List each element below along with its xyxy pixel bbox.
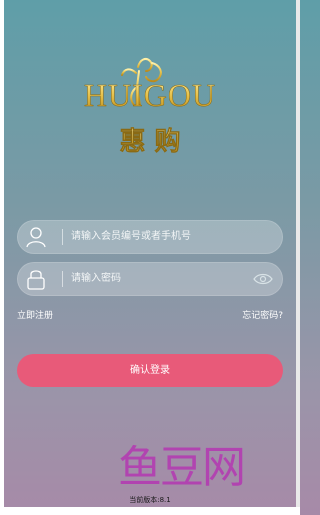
account-input-placeholder[interactable]: 请输入会员编号或者手机号	[71, 220, 191, 254]
site-watermark: 鱼豆网	[118, 442, 246, 493]
version-label: 当前版本:8.1	[129, 496, 171, 504]
forgot-password-link[interactable]: 忘记密码?	[242, 308, 283, 321]
logo-brand-en: HUIGOU	[84, 77, 216, 113]
lock-icon	[27, 270, 45, 290]
eye-icon[interactable]	[253, 273, 273, 285]
register-link[interactable]: 立即注册	[17, 308, 53, 321]
password-field[interactable]: 请输入密码	[17, 262, 283, 296]
logo-brand-cn: 惠 购	[119, 127, 180, 157]
field-divider	[62, 229, 63, 245]
app-logo: HUIGOU 惠 购	[0, 55, 300, 165]
account-field[interactable]: 请输入会员编号或者手机号	[17, 220, 283, 254]
screen-frame-bottom	[0, 507, 300, 515]
password-input-placeholder[interactable]: 请输入密码	[71, 262, 121, 296]
field-divider	[62, 271, 63, 287]
user-icon	[26, 227, 46, 248]
logo-graphic: HUIGOU 惠 购	[84, 58, 216, 157]
login-button[interactable]: 确认登录	[17, 354, 283, 387]
